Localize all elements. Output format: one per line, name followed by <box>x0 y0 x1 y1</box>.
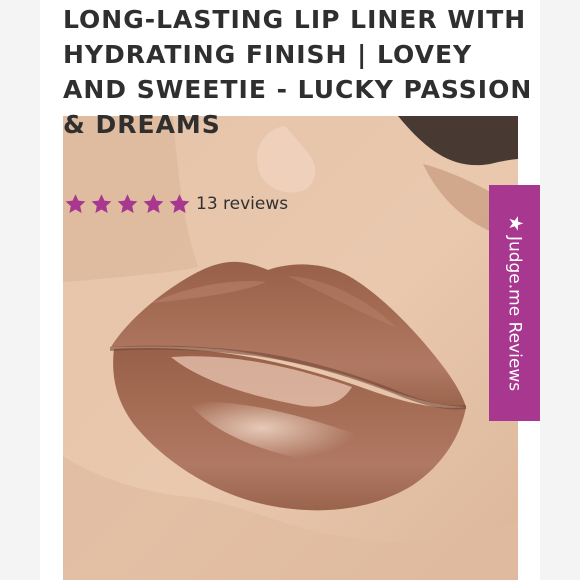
rating-star-icon <box>89 192 114 217</box>
star-icon: ★ <box>504 214 526 232</box>
judgeme-reviews-tab[interactable]: ★ Judge.me Reviews <box>489 185 540 421</box>
rating-star-icon <box>167 192 192 217</box>
rating-summary[interactable]: 13 reviews <box>63 191 288 217</box>
rating-star-icon <box>63 192 88 217</box>
rating-stars[interactable] <box>63 192 192 217</box>
product-image <box>63 116 518 580</box>
product-page: LONG-LASTING LIP LINER WITH HYDRATING FI… <box>0 0 580 580</box>
rating-star-icon <box>141 192 166 217</box>
judgeme-reviews-label: Judge.me Reviews <box>504 235 525 392</box>
judgeme-tab-content: ★ Judge.me Reviews <box>489 185 540 421</box>
product-title: LONG-LASTING LIP LINER WITH HYDRATING FI… <box>63 5 533 139</box>
rating-star-icon <box>115 192 140 217</box>
review-count-link[interactable]: 13 reviews <box>196 194 288 214</box>
